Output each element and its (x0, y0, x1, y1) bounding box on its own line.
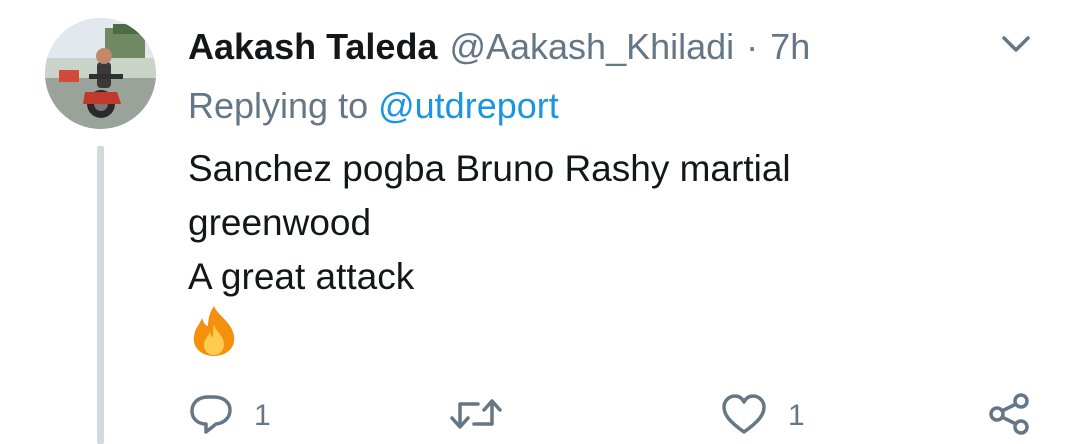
tweet-header: Aakash Taleda @Aakash_Khiladi · 7h (188, 22, 810, 72)
timestamp[interactable]: 7h (770, 22, 810, 72)
user-handle[interactable]: @Aakash_Khiladi (449, 22, 734, 72)
tweet-text-line: greenwood (188, 202, 372, 243)
tweet-card[interactable]: Aakash Taleda @Aakash_Khiladi · 7h Reply… (0, 0, 1080, 444)
reply-count: 1 (254, 399, 271, 432)
replying-to: Replying to @utdreport (188, 82, 559, 130)
tweet-text-line: Sanchez pogba Bruno Rashy martial (188, 148, 791, 189)
fire-emoji-icon (188, 304, 240, 358)
retweet-button[interactable] (448, 394, 524, 438)
display-name[interactable]: Aakash Taleda (188, 22, 437, 72)
reply-button[interactable]: 1 (188, 394, 271, 438)
share-button[interactable] (986, 392, 1052, 438)
reply-mention-link[interactable]: @utdreport (378, 85, 559, 126)
tweet-actions: 1 1 (0, 392, 1080, 441)
separator-dot: · (746, 26, 759, 67)
replying-prefix: Replying to (188, 85, 379, 126)
avatar[interactable] (45, 18, 156, 129)
retweet-icon (448, 392, 504, 441)
reply-icon (188, 392, 234, 441)
tweet-body: Sanchez pogba Bruno Rashy martial greenw… (188, 142, 1008, 304)
share-icon (986, 391, 1032, 442)
tweet-text-line: A great attack (188, 256, 415, 297)
like-button[interactable]: 1 (720, 392, 805, 441)
like-icon (720, 392, 768, 441)
like-count: 1 (788, 399, 805, 432)
chevron-down-icon[interactable] (996, 24, 1036, 64)
